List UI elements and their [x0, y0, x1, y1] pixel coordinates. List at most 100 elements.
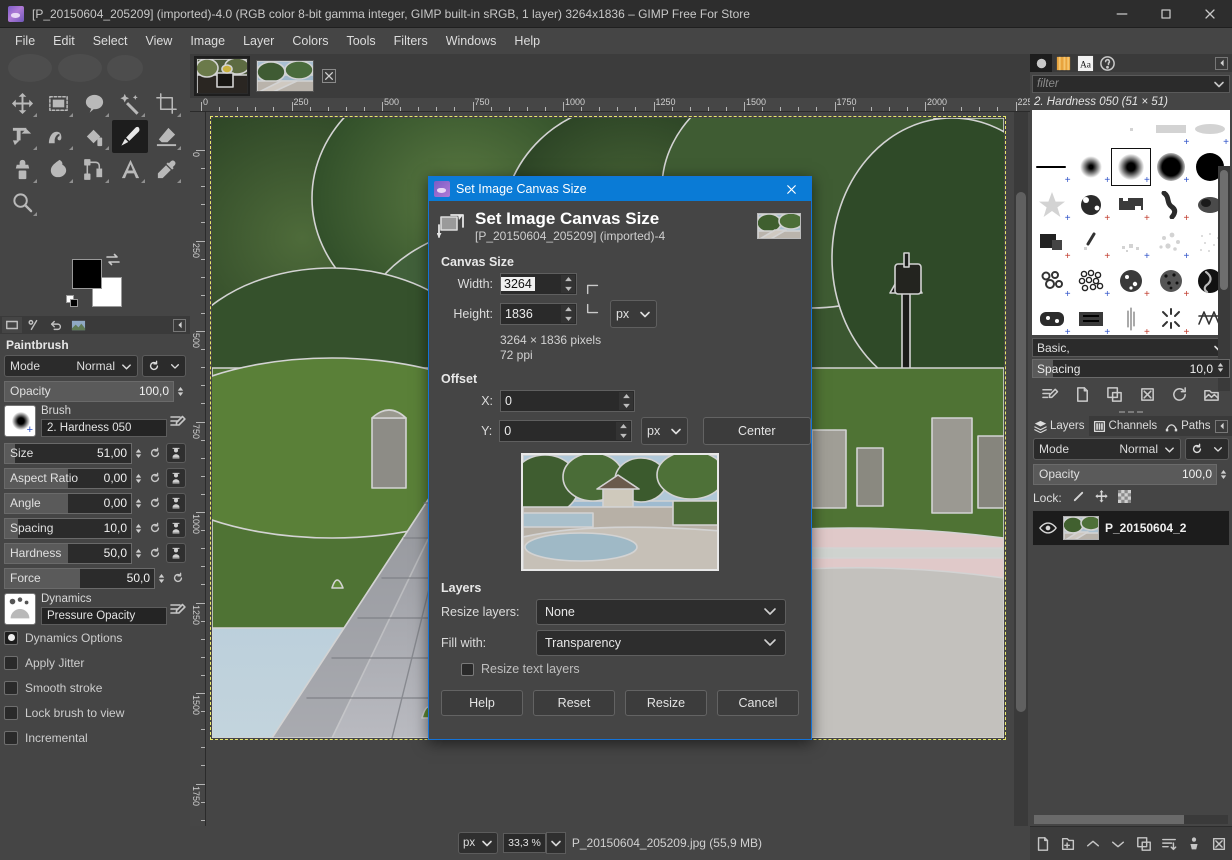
link-spacing-icon[interactable]	[166, 518, 186, 538]
link-aspect-ratio-icon[interactable]	[166, 468, 186, 488]
vertical-ruler[interactable]: 0 250 500 750 1000 1250 1500 1750	[190, 112, 206, 857]
new-layer-group-icon[interactable]	[1058, 833, 1078, 855]
bucket-fill-tool[interactable]	[76, 120, 112, 153]
aspect-ratio-stepper[interactable]	[133, 469, 144, 487]
resize-text-layers-checkbox[interactable]	[461, 662, 474, 676]
fill-with-select[interactable]: Transparency	[536, 630, 786, 656]
offset-x-stepper[interactable]	[619, 392, 633, 410]
edit-brush-icon[interactable]	[1039, 383, 1061, 405]
crop-tool[interactable]	[148, 87, 184, 120]
dynamics-options-row[interactable]: Dynamics Options	[4, 625, 186, 650]
reset-button[interactable]: Reset	[533, 690, 615, 716]
duplicate-brush-icon[interactable]	[1104, 383, 1126, 405]
spacing-stepper[interactable]	[133, 519, 144, 537]
brush-item[interactable]: +	[1190, 110, 1230, 148]
size-stepper[interactable]	[133, 444, 144, 462]
reset-spacing-icon[interactable]	[147, 519, 163, 537]
brush-filter-input[interactable]: filter	[1032, 75, 1230, 93]
link-size-to-brush-icon[interactable]	[166, 443, 186, 463]
lock-alpha-icon[interactable]	[1117, 490, 1131, 506]
document-history-tab[interactable]	[1096, 54, 1118, 72]
eye-icon[interactable]	[1033, 521, 1063, 535]
menu-view[interactable]: View	[136, 31, 181, 51]
tab-channels[interactable]: Channels	[1089, 416, 1162, 436]
raise-layer-icon[interactable]	[1083, 833, 1103, 855]
resize-layers-select[interactable]: None	[536, 599, 786, 625]
fonts-tab[interactable]: Aa	[1074, 54, 1096, 72]
brush-item[interactable]: +	[1072, 148, 1112, 186]
rectangle-select-tool[interactable]	[40, 87, 76, 120]
height-stepper[interactable]	[561, 305, 575, 323]
brushes-tab[interactable]	[1030, 54, 1052, 72]
smooth-stroke-row[interactable]: Smooth stroke	[4, 675, 186, 700]
smudge-tool[interactable]	[40, 153, 76, 186]
width-input[interactable]: 3264	[500, 273, 577, 295]
blend-mode-select[interactable]: Mode Normal	[4, 355, 138, 377]
new-layer-icon[interactable]	[1033, 833, 1053, 855]
brush-item[interactable]: +	[1032, 224, 1072, 262]
chain-link-icon[interactable]	[584, 273, 602, 295]
device-status-tab[interactable]	[24, 317, 44, 333]
menu-help[interactable]: Help	[505, 31, 549, 51]
zoom-dropdown-button[interactable]	[545, 832, 566, 854]
apply-jitter-row[interactable]: Apply Jitter	[4, 650, 186, 675]
offset-preview[interactable]	[521, 453, 719, 571]
dynamics-thumbnail[interactable]	[4, 593, 36, 625]
reset-layer-mode-button[interactable]	[1185, 438, 1229, 460]
help-button[interactable]: Help	[441, 690, 523, 716]
menu-edit[interactable]: Edit	[44, 31, 84, 51]
move-tool[interactable]	[4, 87, 40, 120]
reset-colors-icon[interactable]	[66, 295, 80, 309]
paths-tool[interactable]	[76, 153, 112, 186]
images-tab[interactable]	[68, 317, 88, 333]
close-icon[interactable]	[1188, 0, 1232, 28]
brush-item[interactable]: +	[1032, 148, 1072, 186]
spacing-slider[interactable]: Spacing 10,0	[4, 517, 132, 539]
paintbrush-tool[interactable]	[112, 120, 148, 153]
warp-transform-tool[interactable]	[40, 120, 76, 153]
tool-options-menu-icon[interactable]	[173, 318, 186, 332]
layer-opacity-stepper[interactable]	[1218, 465, 1229, 483]
incremental-checkbox[interactable]	[4, 730, 18, 745]
tab-paths[interactable]: Paths	[1161, 416, 1214, 436]
layer-row[interactable]: P_20150604_2	[1033, 511, 1229, 545]
delete-brush-icon[interactable]	[1136, 383, 1158, 405]
menu-colors[interactable]: Colors	[283, 31, 337, 51]
lock-pixels-icon[interactable]	[1072, 490, 1085, 506]
brush-item[interactable]: +	[1151, 262, 1191, 300]
color-picker-tool[interactable]	[148, 153, 184, 186]
reset-mode-button[interactable]	[142, 355, 186, 377]
resize-text-layers-row[interactable]: Resize text layers	[429, 662, 811, 676]
new-brush-icon[interactable]	[1071, 383, 1093, 405]
tool-options-tab[interactable]	[2, 317, 22, 333]
brush-item[interactable]: +	[1032, 186, 1072, 224]
hardness-stepper[interactable]	[133, 544, 144, 562]
text-tool[interactable]	[112, 153, 148, 186]
brush-item[interactable]: +	[1032, 300, 1072, 335]
close-tab-icon[interactable]	[322, 69, 336, 83]
reset-hardness-icon[interactable]	[147, 544, 163, 562]
undo-history-tab[interactable]	[46, 317, 66, 333]
brush-item[interactable]: +	[1151, 224, 1191, 262]
clone-stamp-tool[interactable]	[4, 153, 40, 186]
canvas-size-unit-select[interactable]: px	[610, 300, 657, 328]
menu-windows[interactable]: Windows	[437, 31, 506, 51]
dock-separator[interactable]	[1030, 408, 1232, 416]
refresh-brushes-icon[interactable]	[1168, 383, 1190, 405]
merge-down-icon[interactable]	[1159, 833, 1179, 855]
brush-item[interactable]: +	[1151, 110, 1191, 148]
brush-item[interactable]: +	[1111, 300, 1151, 335]
reset-force-icon[interactable]	[170, 569, 186, 587]
menu-tools[interactable]: Tools	[337, 31, 384, 51]
current-brush-thumbnail[interactable]: +	[4, 405, 36, 437]
link-angle-icon[interactable]	[166, 493, 186, 513]
tab-layers[interactable]: Layers	[1030, 416, 1089, 436]
lower-layer-icon[interactable]	[1108, 833, 1128, 855]
angle-slider[interactable]: Angle 0,00	[4, 492, 132, 514]
maximize-icon[interactable]	[1144, 0, 1188, 28]
minimize-icon[interactable]	[1100, 0, 1144, 28]
menu-image[interactable]: Image	[181, 31, 234, 51]
brush-item[interactable]: +	[1072, 300, 1112, 335]
swap-colors-icon[interactable]	[106, 253, 120, 267]
menu-file[interactable]: File	[6, 31, 44, 51]
